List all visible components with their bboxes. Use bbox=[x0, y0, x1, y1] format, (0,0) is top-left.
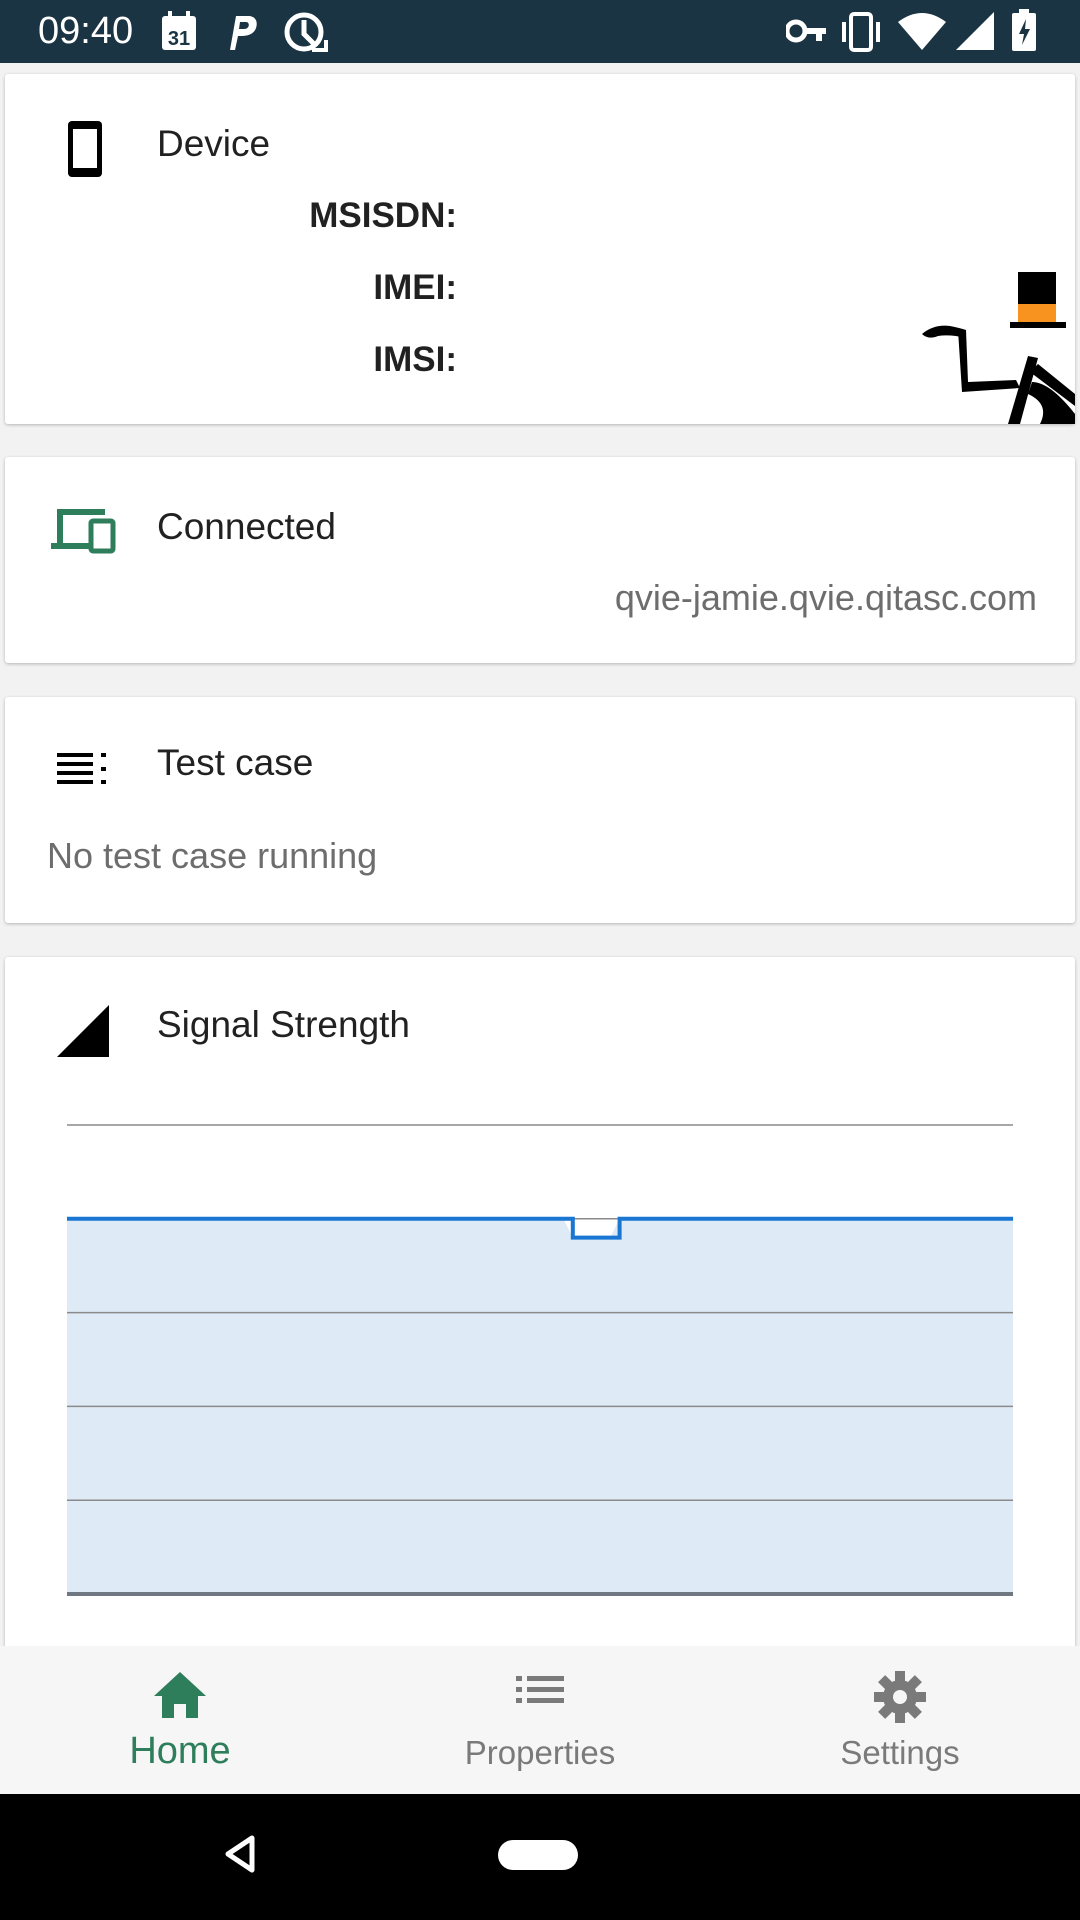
home-icon bbox=[154, 1672, 206, 1718]
back-icon[interactable] bbox=[222, 1834, 258, 1874]
calendar-day: 31 bbox=[168, 28, 190, 50]
testcase-status: No test case running bbox=[47, 835, 378, 876]
signal-chart bbox=[67, 1124, 1013, 1596]
device-title: Device bbox=[157, 123, 271, 164]
list-icon bbox=[516, 1676, 564, 1703]
server-host: qvie-jamie.qvie.qitasc.com bbox=[614, 577, 1037, 618]
nav-settings-label: Settings bbox=[840, 1734, 960, 1771]
vibrate-icon bbox=[842, 12, 880, 52]
system-navigation-bar bbox=[0, 1794, 1080, 1920]
home-pill-button[interactable] bbox=[498, 1840, 578, 1870]
wifi-icon bbox=[898, 13, 946, 50]
devices-icon bbox=[51, 509, 116, 554]
nav-properties[interactable]: Properties bbox=[420, 1646, 660, 1794]
cell-signal-icon bbox=[956, 12, 994, 50]
testcase-card: Test case No test case running bbox=[5, 697, 1075, 923]
nav-home[interactable]: Home bbox=[60, 1646, 300, 1794]
calendar-icon: 31 bbox=[162, 11, 196, 50]
imsi-label: IMSI: bbox=[373, 340, 457, 379]
testcase-title: Test case bbox=[157, 742, 314, 783]
phone-icon bbox=[68, 121, 102, 177]
battery-charging-icon bbox=[1012, 9, 1036, 51]
parking-app-icon bbox=[230, 16, 257, 50]
vpn-key-icon bbox=[786, 19, 826, 43]
msisdn-label: MSISDN: bbox=[309, 196, 457, 235]
nav-home-label: Home bbox=[129, 1730, 231, 1772]
list-icon bbox=[57, 753, 106, 784]
signal-card: Signal Strength bbox=[5, 957, 1075, 1657]
nav-settings[interactable]: Settings bbox=[780, 1646, 1020, 1794]
nav-properties-label: Properties bbox=[464, 1734, 616, 1771]
status-time: 09:40 bbox=[38, 10, 134, 52]
bottom-navigation: Home Properties Settings bbox=[0, 1646, 1080, 1794]
connection-card: Connected qvie-jamie.qvie.qitasc.com bbox=[5, 457, 1075, 663]
device-card: Device MSISDN: IMEI: IMSI: bbox=[5, 74, 1075, 424]
imei-label: IMEI: bbox=[373, 268, 457, 307]
gear-icon bbox=[874, 1671, 926, 1723]
sync-icon bbox=[284, 12, 328, 52]
top-hat-mascot bbox=[922, 272, 1075, 424]
connection-status: Connected bbox=[157, 506, 336, 547]
status-bar: 09:40 31 bbox=[0, 0, 1080, 63]
